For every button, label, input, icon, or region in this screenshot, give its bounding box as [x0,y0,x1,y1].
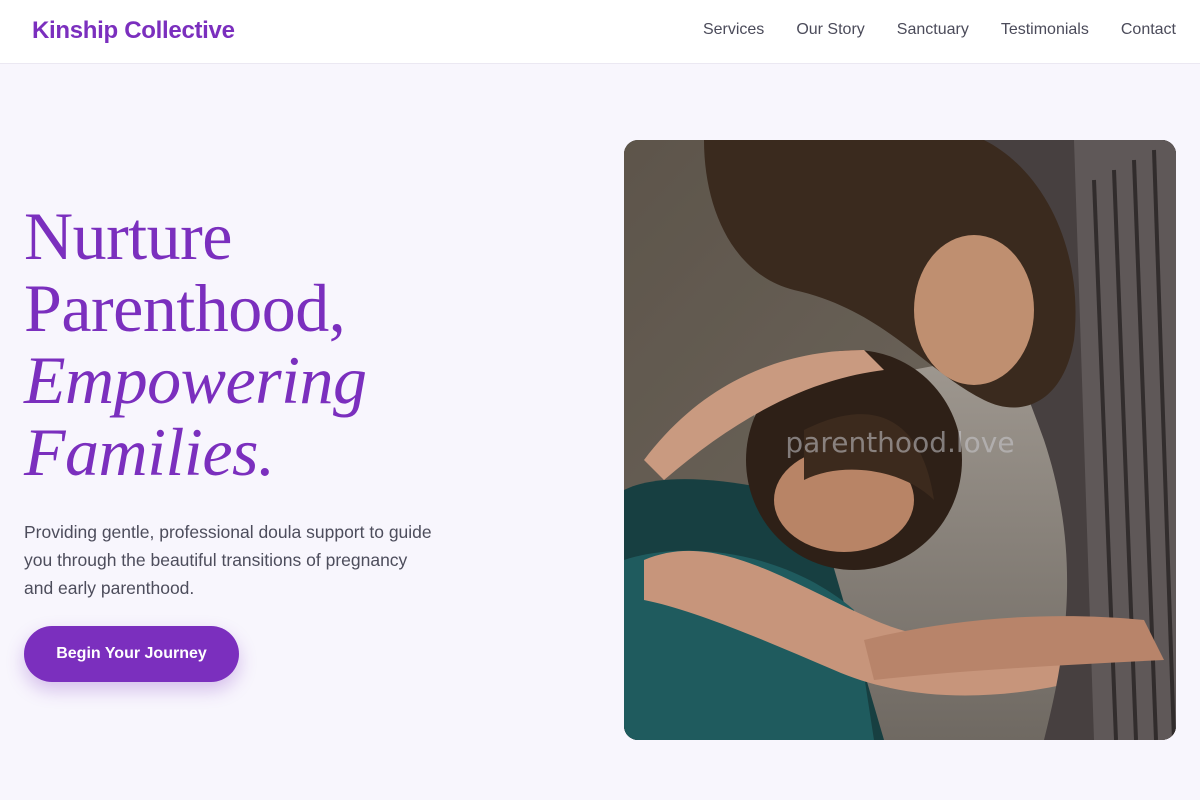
hero-copy: Nurture Parenthood, Empowering Families.… [24,200,544,602]
brand-logo[interactable]: Kinship Collective [32,17,235,45]
nav-item-services: Services [703,21,764,39]
headline-line-2: Parenthood, [24,270,346,346]
main-nav: Services Our Story Sanctuary Testimonial… [703,21,1176,39]
headline-line-4: Families. [24,414,275,490]
image-watermark: parenthood.love [785,426,1015,459]
nav-item-our-story: Our Story [796,21,864,39]
begin-journey-button[interactable]: Begin Your Journey [24,626,239,682]
nav-link-sanctuary[interactable]: Sanctuary [897,21,969,38]
nav-link-contact[interactable]: Contact [1121,21,1176,38]
nav-link-our-story[interactable]: Our Story [796,21,864,38]
nav-item-contact: Contact [1121,21,1176,39]
site-header: Kinship Collective Services Our Story Sa… [0,0,1200,64]
hero-photo: parenthood.love [624,140,1176,740]
hero-headline: Nurture Parenthood, Empowering Families. [24,200,544,488]
nav-link-services[interactable]: Services [703,21,764,38]
nav-item-sanctuary: Sanctuary [897,21,969,39]
hero-description: Providing gentle, professional doula sup… [24,522,432,598]
nav-item-testimonials: Testimonials [1001,21,1089,39]
headline-line-1: Nurture [24,198,232,274]
headline-line-3: Empowering [24,342,367,418]
nav-link-testimonials[interactable]: Testimonials [1001,21,1089,38]
